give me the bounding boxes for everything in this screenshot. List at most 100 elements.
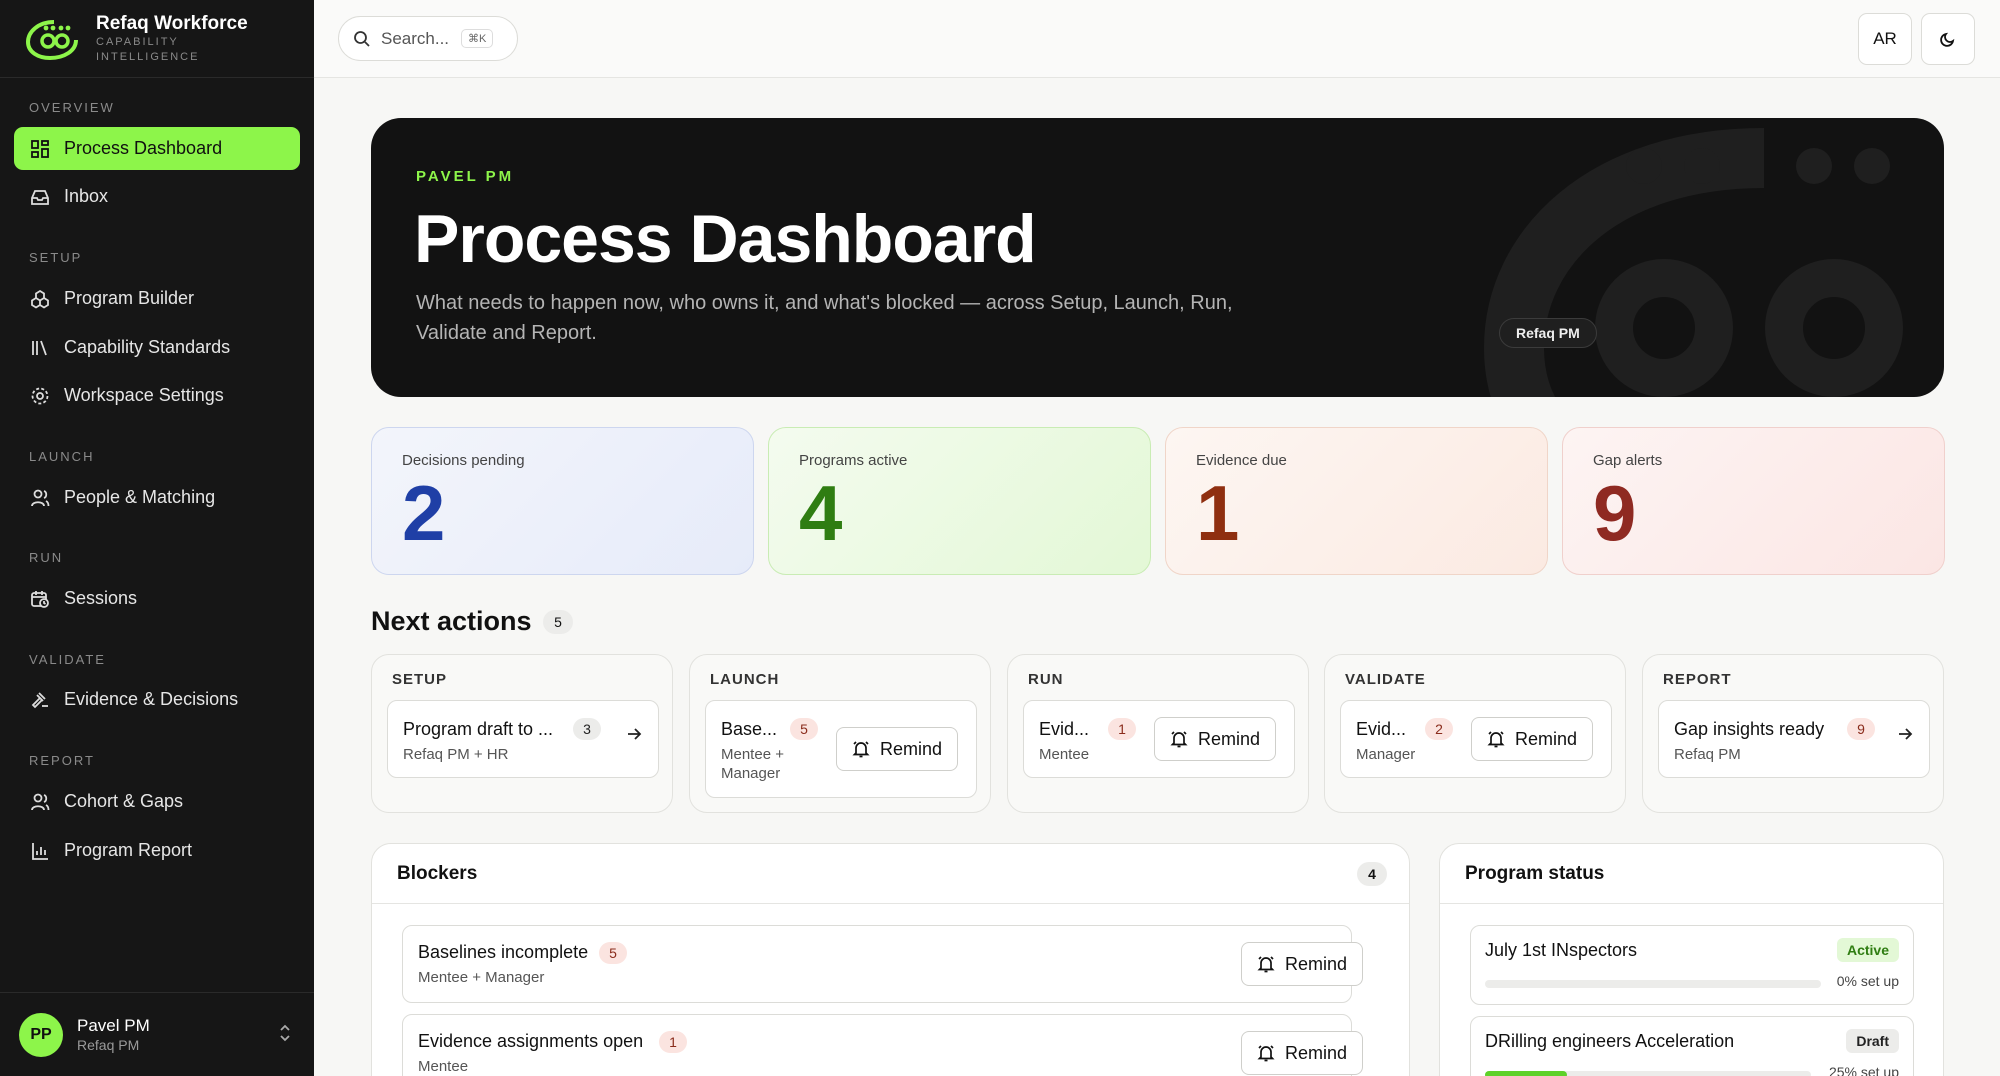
action-card-validate[interactable]: Evid... 2 Manager Remind: [1340, 700, 1612, 778]
stage-validate: VALIDATE Evid... 2 Manager Remind: [1324, 654, 1626, 813]
sidebar-item-label: Program Builder: [64, 288, 195, 308]
blockers-header: Blockers 4: [372, 844, 1409, 904]
arrow-right-icon: [626, 725, 642, 748]
section-label-validate: VALIDATE: [29, 652, 106, 667]
hero-description: What needs to happen now, who owns it, a…: [416, 292, 1233, 344]
sidebar-item-label: Workspace Settings: [64, 385, 224, 405]
dashboard-icon: [30, 139, 50, 159]
remind-label: Remind: [1285, 1042, 1348, 1063]
action-count: 5: [790, 718, 818, 740]
theme-toggle-button[interactable]: [1921, 13, 1975, 65]
topbar: Search... ⌘K AR: [314, 0, 2000, 78]
stage-label: LAUNCH: [710, 671, 780, 688]
program-status-panel: Program status July 1st INspectors Activ…: [1439, 843, 1944, 1076]
sidebar-item-label: Inbox: [64, 186, 109, 206]
remind-button[interactable]: Remind: [1241, 1031, 1364, 1075]
stat-label: Gap alerts: [1593, 452, 1663, 469]
remind-label: Remind: [1285, 953, 1348, 974]
sidebar-item-label: Process Dashboard: [64, 138, 223, 158]
search-placeholder: Search...: [381, 28, 450, 48]
remind-button[interactable]: Remind: [836, 727, 959, 771]
brand-watermark: [1483, 128, 1903, 397]
avatar: PP: [19, 1012, 63, 1057]
user-name: Pavel PM: [77, 1015, 150, 1035]
progress-bar: [1485, 1071, 1811, 1076]
section-label-overview: OVERVIEW: [29, 100, 115, 115]
status-badge: Active: [1836, 938, 1899, 962]
blocker-owner: Mentee + Manager: [418, 969, 545, 986]
program-row[interactable]: DRilling engineers Acceleration Draft 25…: [1470, 1016, 1914, 1076]
section-label-launch: LAUNCH: [29, 449, 95, 464]
action-card-launch[interactable]: Base... 5 Mentee + Manager Remind: [705, 700, 977, 798]
blockers-panel: Blockers 4 Baselines incomplete 5 Mentee…: [371, 843, 1410, 1076]
stat-value: 2: [402, 469, 446, 557]
progress-fill: [1485, 1071, 1567, 1076]
arrow-right-icon: [1897, 725, 1913, 748]
gear-icon: [30, 386, 50, 406]
stage-report: REPORT Gap insights ready 9 Refaq PM: [1642, 654, 1944, 813]
program-name: DRilling engineers Acceleration: [1485, 1031, 1735, 1051]
sidebar-item-evidence-decisions[interactable]: Evidence & Decisions: [14, 678, 300, 721]
bell-icon: [1487, 730, 1505, 748]
stat-label: Evidence due: [1196, 452, 1287, 469]
sidebar-item-people-matching[interactable]: People & Matching: [14, 476, 300, 519]
blocker-row[interactable]: Evidence assignments open 1 Mentee Remin…: [402, 1014, 1364, 1076]
sidebar-item-label: Cohort & Gaps: [64, 791, 184, 811]
sidebar-item-process-dashboard[interactable]: Process Dashboard: [14, 127, 300, 170]
sidebar-item-cohort-gaps[interactable]: Cohort & Gaps: [14, 780, 300, 823]
action-count: 1: [1108, 718, 1136, 740]
bar-chart-icon: [30, 841, 50, 861]
blocker-count: 1: [659, 1031, 687, 1053]
library-icon: [30, 338, 50, 358]
action-card-setup[interactable]: Program draft to ... 3 Refaq PM + HR: [387, 700, 659, 778]
sidebar-item-inbox[interactable]: Inbox: [14, 175, 300, 218]
stat-card-programs-active[interactable]: Programs active 4: [768, 427, 1151, 575]
brand-logo: [25, 19, 78, 60]
blockers-title: Blockers: [397, 862, 478, 884]
role-badge: Refaq PM: [1499, 318, 1597, 348]
remind-button[interactable]: Remind: [1241, 942, 1364, 986]
stat-value: 4: [799, 469, 843, 557]
hero-eyebrow: PAVEL PM: [416, 168, 515, 185]
sidebar-item-sessions[interactable]: Sessions: [14, 577, 300, 620]
action-title: Evid...: [1356, 719, 1407, 739]
calendar-clock-icon: [30, 589, 50, 609]
sidebar-item-program-builder[interactable]: Program Builder: [14, 277, 300, 320]
bell-icon: [852, 740, 870, 758]
action-card-run[interactable]: Evid... 1 Mentee Remind: [1023, 700, 1295, 778]
sidebar-item-label: People & Matching: [64, 487, 216, 507]
action-title: Program draft to ...: [403, 719, 554, 739]
user-role: Refaq PM: [77, 1036, 140, 1053]
stage-label: REPORT: [1663, 671, 1732, 688]
program-row[interactable]: July 1st INspectors Active 0% set up: [1470, 925, 1914, 1005]
sidebar-item-label: Program Report: [64, 840, 193, 860]
sidebar-item-label: Sessions: [64, 588, 138, 608]
remind-button[interactable]: Remind: [1471, 717, 1594, 761]
stat-card-decisions-pending[interactable]: Decisions pending 2: [371, 427, 754, 575]
remind-label: Remind: [1515, 728, 1578, 749]
blocker-row[interactable]: Baselines incomplete 5 Mentee + Manager …: [402, 925, 1364, 1003]
sidebar-item-label: Evidence & Decisions: [64, 689, 239, 709]
sidebar: Refaq Workforce CAPABILITY INTELLIGENCE …: [0, 0, 314, 1076]
sidebar-item-program-report[interactable]: Program Report: [14, 829, 300, 872]
language-button[interactable]: AR: [1858, 13, 1912, 65]
users-icon: [30, 488, 50, 508]
blockers-count: 4: [1357, 862, 1387, 886]
action-card-report[interactable]: Gap insights ready 9 Refaq PM: [1658, 700, 1930, 778]
remind-button[interactable]: Remind: [1154, 717, 1277, 761]
bell-icon: [1257, 1044, 1275, 1062]
stat-card-evidence-due[interactable]: Evidence due 1: [1165, 427, 1548, 575]
sidebar-item-workspace-settings[interactable]: Workspace Settings: [14, 374, 300, 417]
next-actions-title: Next actions: [371, 606, 532, 636]
blocker-title: Evidence assignments open: [418, 1031, 644, 1051]
bell-icon: [1170, 730, 1188, 748]
search-input[interactable]: Search... ⌘K: [338, 16, 518, 61]
remind-label: Remind: [880, 738, 943, 759]
action-owner: Manager: [1356, 746, 1416, 763]
chevron-up-down-icon: [278, 1023, 292, 1048]
section-label-report: REPORT: [29, 753, 95, 768]
stat-card-gap-alerts[interactable]: Gap alerts 9: [1562, 427, 1945, 575]
sidebar-item-capability-standards[interactable]: Capability Standards: [14, 326, 300, 369]
stage-label: SETUP: [392, 671, 448, 688]
user-menu[interactable]: PP Pavel PM Refaq PM: [0, 992, 314, 1076]
